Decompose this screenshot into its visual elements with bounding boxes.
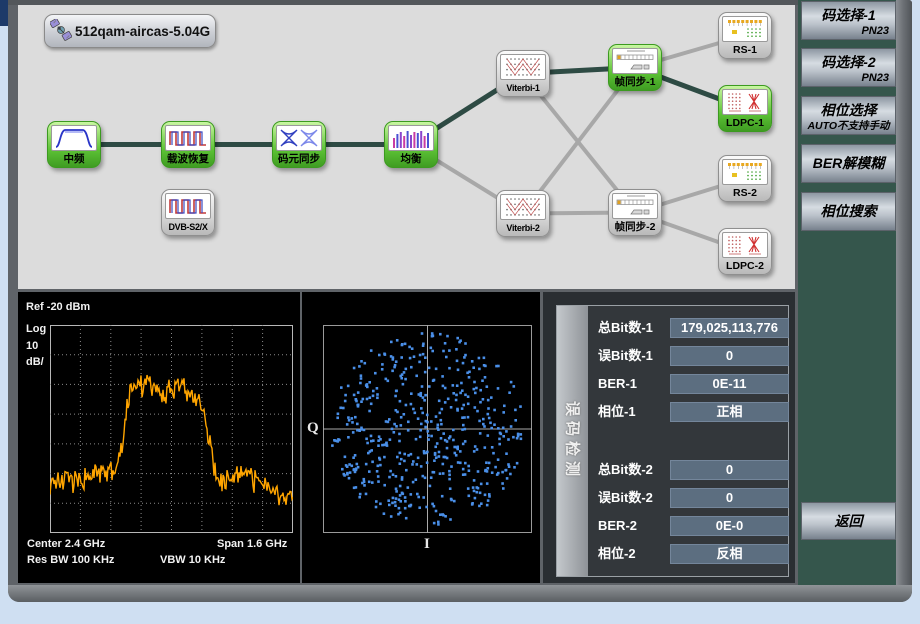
diagram-node-carrier[interactable]: 载波恢复 [161,121,215,168]
spectrum-scale-label: 10 [26,340,38,352]
ber-value-total-bits-2: 0 [670,460,789,480]
node-label: LDPC-1 [719,115,771,131]
node-label: 载波恢复 [162,151,214,167]
node-label: Viterbi-2 [497,220,549,236]
diagram-node-symbol[interactable]: 码元同步 [272,121,326,168]
sidebar-button-value: PN23 [802,24,895,38]
node-label: RS-1 [719,42,771,58]
eye-icon [276,125,322,151]
signal-source-button[interactable]: 512qam-aircas-5.04G [44,14,216,48]
sidebar-button-ber-deambiguity[interactable]: BER解模糊 [801,144,896,183]
ber-title-strip: 误码检测 [557,306,588,576]
spectrum-vbw-label: VBW 10 KHz [160,554,225,566]
rs-icon [722,16,768,42]
constellation-q-axis-label: Q [307,420,319,437]
ber-value-ber-2: 0E-0 [670,516,789,536]
diagram-node-frame1[interactable]: 帧同步-1 [608,44,662,91]
sidebar-button-return[interactable]: 返回 [801,502,896,540]
constellation-i-axis-label: I [424,536,430,553]
bars-icon [388,125,434,151]
ber-label-ber-1: BER-1 [598,374,637,394]
sidebar-button-value: AUTO不支持手动 [802,119,895,133]
ber-label-total-bits-2: 总Bit数-2 [598,460,653,480]
window-right-edge [896,0,912,602]
screen: 512qam-aircas-5.04G 中频 载波恢复 DVB-S2/X 码元同步 均衡… [0,0,920,624]
sidebar-button-phase-select[interactable]: 相位选择AUTO不支持手动 [801,96,896,135]
sidebar-button-label: BER解模糊 [802,145,895,182]
node-label: 帧同步-2 [609,219,661,235]
constellation-panel: Q I [302,292,540,583]
diagram-node-ldpc1[interactable]: LDPC-1 [718,85,772,132]
spectrum-unit-label: dB/ [26,356,44,368]
diagram-node-dvb[interactable]: DVB-S2/X [161,189,215,236]
framesync-icon [612,48,658,74]
diagram-node-viterbi2[interactable]: Viterbi-2 [496,190,550,237]
node-label: LDPC-2 [719,258,771,274]
ldpc-icon [722,89,768,115]
squarewave-icon [165,193,211,219]
node-label: 均衡 [385,151,437,167]
ber-value-ber-1: 0E-11 [670,374,789,394]
node-label: Viterbi-1 [497,80,549,96]
trellis-icon [500,194,546,220]
signal-chain-diagram-panel: 512qam-aircas-5.04G 中频 载波恢复 DVB-S2/X 码元同步 均衡… [18,5,795,289]
ber-value-error-bits-1: 0 [670,346,789,366]
bandpass-icon [51,125,97,151]
ber-label-total-bits-1: 总Bit数-1 [598,318,653,338]
spectrum-panel: Ref -20 dBm Log 10 dB/ Center 2.4 GHz Sp… [18,292,300,583]
satellite-icon [50,19,72,44]
sidebar-button-label: 码选择-1 [802,7,895,24]
spectrum-center-label: Center 2.4 GHz [27,538,105,550]
constellation-plot [323,325,532,533]
diagram-node-rs1[interactable]: RS-1 [718,12,772,59]
desktop-corner-accent [0,0,8,26]
ldpc-icon [722,232,768,258]
sidebar-button-code-select-2[interactable]: 码选择-2PN23 [801,48,896,87]
ber-value-phase-1: 正相 [670,402,789,422]
diagram-node-rs2[interactable]: RS-2 [718,155,772,202]
node-label: 帧同步-1 [609,74,661,90]
spectrum-span-label: Span 1.6 GHz [217,538,287,550]
diagram-node-eq[interactable]: 均衡 [384,121,438,168]
spectrum-log-label: Log [26,323,46,335]
sidebar-button-label: 相位搜索 [802,193,895,230]
app-window: 512qam-aircas-5.04G 中频 载波恢复 DVB-S2/X 码元同步 均衡… [8,0,912,602]
diagram-node-frame2[interactable]: 帧同步-2 [608,189,662,236]
rs-icon [722,159,768,185]
ber-label-phase-1: 相位-1 [598,402,636,422]
ber-value-total-bits-1: 179,025,113,776 [670,318,789,338]
trellis-icon [500,54,546,80]
ber-label-phase-2: 相位-2 [598,544,636,564]
node-label: 中频 [48,151,100,167]
sidebar-button-label: 返回 [802,503,895,540]
framesync-icon [612,193,658,219]
spectrum-rbw-label: Res BW 100 KHz [27,554,114,566]
sidebar-button-label: 相位选择 [802,102,895,119]
ber-label-ber-2: BER-2 [598,516,637,536]
node-label: 码元同步 [273,151,325,167]
ber-panel-title: 误码检测 [563,401,584,481]
sidebar-button-value: PN23 [802,71,895,85]
signal-source-label: 512qam-aircas-5.04G [75,24,210,39]
diagram-node-viterbi1[interactable]: Viterbi-1 [496,50,550,97]
node-label: DVB-S2/X [162,219,214,235]
window-bottom-edge [8,585,912,602]
ber-value-error-bits-2: 0 [670,488,789,508]
diagram-node-ldpc2[interactable]: LDPC-2 [718,228,772,275]
squarewave-icon [165,125,211,151]
ber-value-phase-2: 反相 [670,544,789,564]
node-label: RS-2 [719,185,771,201]
ber-area: 误码检测 总Bit数-1 179,025,113,776 误Bit数-1 0 BER-1… [543,292,795,583]
ber-label-error-bits-2: 误Bit数-2 [598,488,653,508]
sidebar-button-code-select-1[interactable]: 码选择-1PN23 [801,1,896,40]
diagram-node-if[interactable]: 中频 [47,121,101,168]
sidebar-button-label: 码选择-2 [802,54,895,71]
ber-panel: 误码检测 总Bit数-1 179,025,113,776 误Bit数-1 0 BER-1… [556,305,789,577]
ber-label-error-bits-1: 误Bit数-1 [598,346,653,366]
sidebar: 码选择-1PN23码选择-2PN23相位选择AUTO不支持手动BER解模糊相位搜… [798,0,896,585]
sidebar-button-phase-search[interactable]: 相位搜索 [801,192,896,231]
spectrum-ref-label: Ref -20 dBm [26,301,90,313]
spectrum-plot [50,325,293,533]
